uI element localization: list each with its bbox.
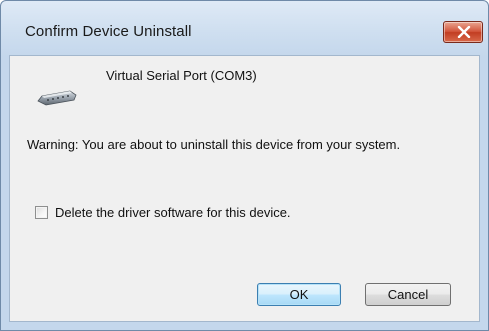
title-bar[interactable]: Confirm Device Uninstall <box>1 1 488 55</box>
serial-port-icon <box>37 90 77 106</box>
close-button[interactable] <box>443 21 483 43</box>
device-name: Virtual Serial Port (COM3) <box>106 68 257 83</box>
delete-driver-label[interactable]: Delete the driver software for this devi… <box>55 205 291 220</box>
warning-message: Warning: You are about to uninstall this… <box>27 137 401 152</box>
cancel-button[interactable]: Cancel <box>365 283 451 306</box>
close-icon <box>457 26 471 38</box>
delete-driver-option[interactable]: Delete the driver software for this devi… <box>35 205 291 220</box>
delete-driver-checkbox[interactable] <box>35 206 48 219</box>
dialog-window: Confirm Device Uninstall Virtual Serial … <box>0 0 489 331</box>
dialog-content: Virtual Serial Port (COM3) Warning: You … <box>9 55 480 322</box>
window-title: Confirm Device Uninstall <box>25 23 192 40</box>
ok-button[interactable]: OK <box>257 283 341 306</box>
